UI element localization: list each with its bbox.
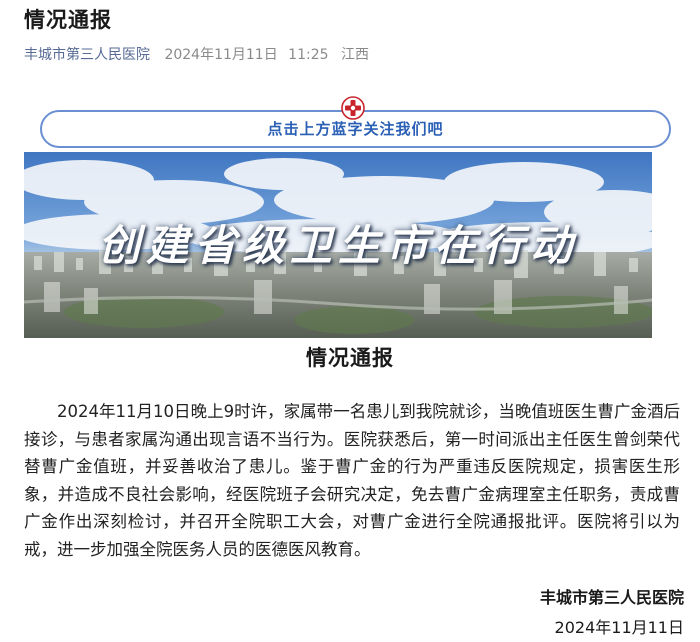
notice-date: 2024年11月11日 [554, 618, 684, 637]
hero-banner-image: 创建省级卫生市在行动 [24, 152, 652, 338]
publish-time: 11:25 [288, 47, 329, 63]
banner-slogan: 创建省级卫生市在行动 [97, 221, 578, 270]
notice-body: 2024年11月10日晚上9时许，家属带一名患儿到我院就诊，当晚值班医生曹广金酒… [24, 402, 680, 559]
notice-signature: 丰城市第三人民医院 [539, 588, 684, 607]
article-title: 情况通报 [24, 8, 112, 32]
location: 江西 [340, 47, 369, 63]
notice-heading: 情况通报 [306, 346, 394, 370]
publish-date: 2024年11月11日 [164, 47, 278, 63]
account-name-link[interactable]: 丰城市第三人民医院 [24, 47, 150, 63]
red-cross-hospital-logo-icon [341, 96, 365, 120]
article-meta: 丰城市第三人民医院 2024年11月11日 11:25 江西 [24, 44, 377, 64]
